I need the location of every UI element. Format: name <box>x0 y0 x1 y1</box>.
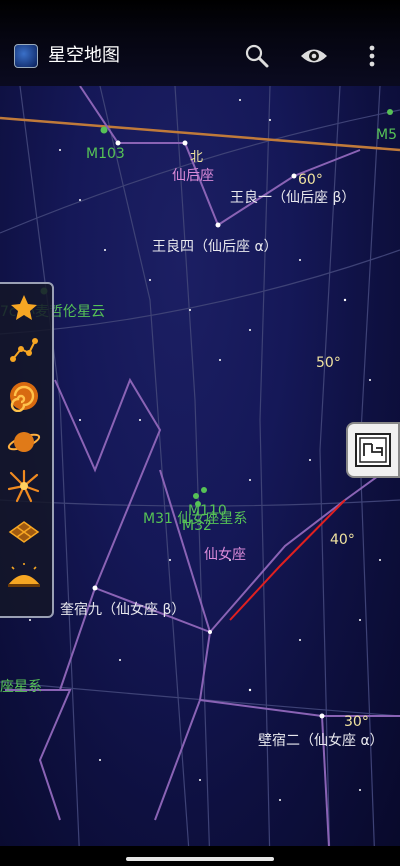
home-indicator[interactable] <box>126 857 274 861</box>
label-andromeda: 仙女座 <box>204 547 246 563</box>
constellation-icon <box>10 338 38 362</box>
label-schedar: 王良四（仙后座 α） <box>152 239 278 255</box>
label-50-degrees: 50° <box>316 355 341 371</box>
eye-icon <box>301 49 327 63</box>
label-m103: M103 <box>86 146 125 162</box>
label-30-degrees: 30° <box>344 714 369 730</box>
star-icon <box>11 295 37 320</box>
overflow-menu-button[interactable] <box>356 40 388 72</box>
toggle-meteors[interactable] <box>4 466 44 506</box>
more-vert-icon <box>369 45 375 67</box>
label-caph: 王良一（仙后座 β） <box>230 190 356 206</box>
layer-toggle-panel <box>0 282 54 618</box>
label-cassiopeia: 仙后座 <box>172 168 214 184</box>
planet-icon <box>7 432 41 452</box>
toggle-horizon[interactable] <box>4 556 44 596</box>
toggle-stars[interactable] <box>4 288 44 328</box>
label-north: 北 <box>190 150 204 165</box>
system-nav-bar <box>0 846 400 866</box>
label-alpheratz: 壁宿二（仙女座 α） <box>258 733 384 749</box>
night-mode-button[interactable] <box>298 40 330 72</box>
app-toolbar: 星空地图 <box>0 0 400 86</box>
label-60-degrees: 60° <box>298 172 323 188</box>
search-icon <box>245 44 269 68</box>
label-mirach: 奎宿九（仙女座 β） <box>60 602 186 618</box>
label-m32: M32 <box>182 518 212 534</box>
app-logo-icon <box>14 44 38 68</box>
toggle-planets[interactable] <box>4 422 44 462</box>
label-m52: M5 <box>376 127 397 143</box>
sky-map[interactable]: M103 北 仙后座 60° 王良一（仙后座 β） 王良四（仙后座 α） 7c … <box>0 0 400 866</box>
meteor-shower-icon <box>7 469 40 503</box>
toggle-messier[interactable] <box>4 376 44 416</box>
toggle-grid[interactable] <box>4 512 44 552</box>
toggle-constellations[interactable] <box>4 330 44 370</box>
label-galaxy-left: 座星系 <box>0 679 42 695</box>
search-button[interactable] <box>241 40 273 72</box>
gallery-icon <box>355 433 391 467</box>
time-travel-button[interactable] <box>346 422 400 478</box>
app-title: 星空地图 <box>48 45 120 66</box>
label-40-degrees: 40° <box>330 532 355 548</box>
horizon-icon <box>8 563 40 587</box>
grid-icon <box>8 521 40 543</box>
galaxy-icon <box>10 382 38 412</box>
